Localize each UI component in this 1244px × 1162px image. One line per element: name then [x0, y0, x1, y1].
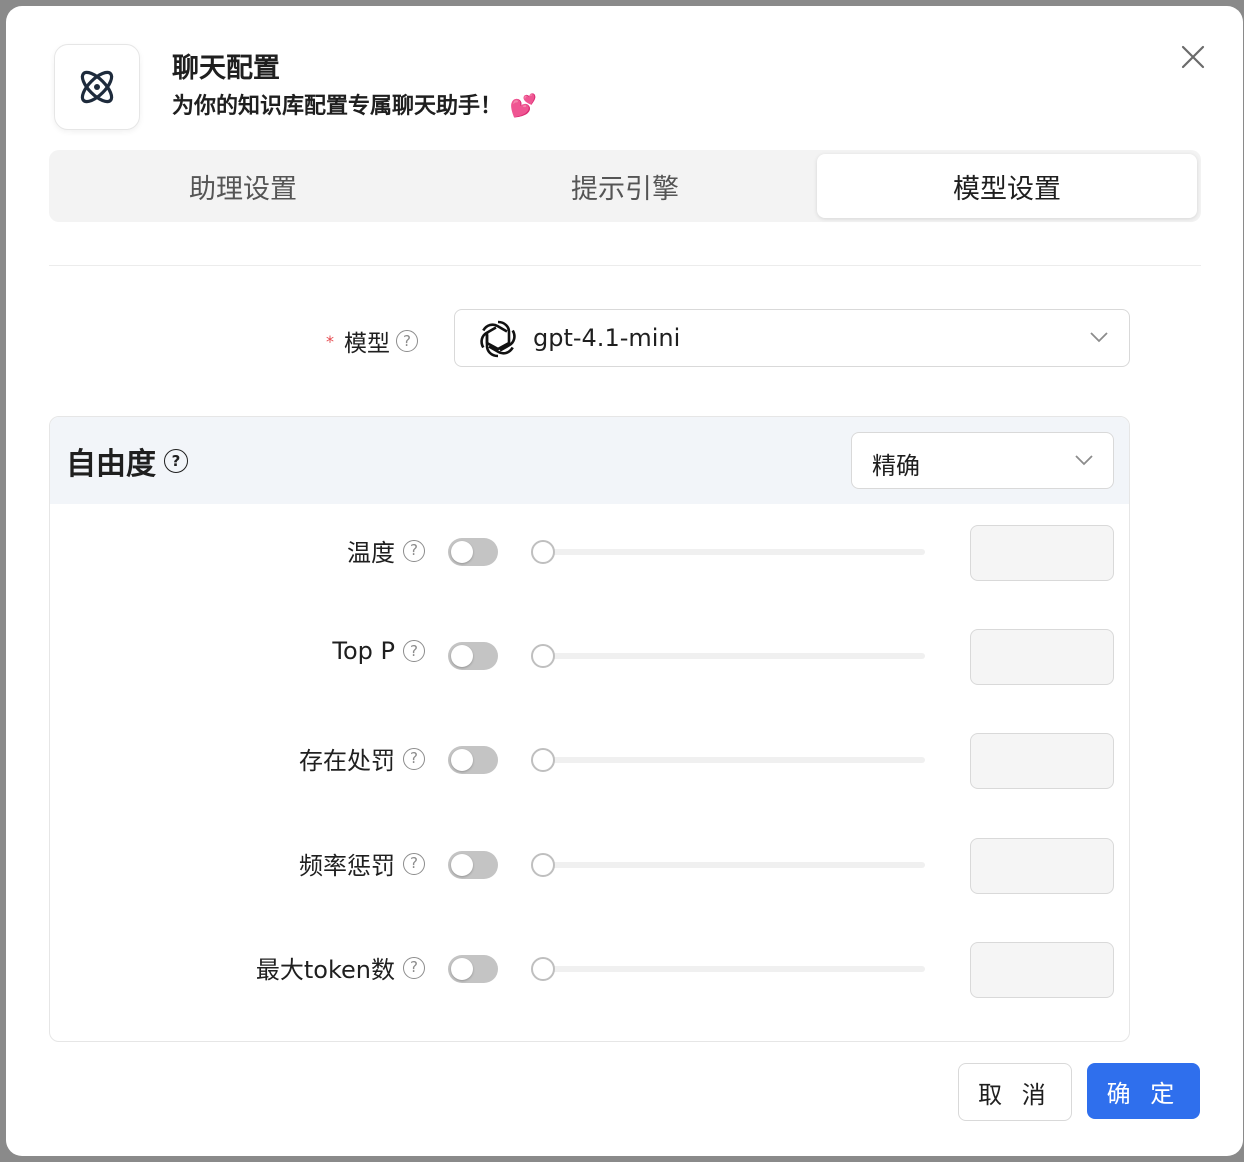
section-divider	[49, 265, 1201, 266]
toggle-knob	[451, 645, 473, 667]
model-select-value: gpt-4.1-mini	[533, 324, 681, 352]
chevron-down-icon	[1090, 332, 1108, 343]
param-label-text: 频率惩罚	[299, 852, 395, 880]
param-label-text: 存在处罚	[299, 747, 395, 775]
temperature-slider-track[interactable]	[534, 549, 925, 555]
top-p-slider-handle[interactable]	[531, 644, 555, 668]
help-icon[interactable]: ?	[164, 449, 188, 473]
top-p-input[interactable]	[970, 629, 1114, 685]
param-label-text: 温度	[347, 539, 395, 567]
max-tokens-slider-track[interactable]	[534, 966, 925, 972]
chevron-down-icon	[1075, 455, 1093, 466]
help-icon[interactable]: ?	[403, 747, 425, 770]
max-tokens-toggle[interactable]	[448, 955, 498, 983]
param-row-frequency-penalty: 频率惩罚 ?	[50, 834, 1129, 894]
presence-penalty-toggle[interactable]	[448, 746, 498, 774]
freedom-title-text: 自由度	[66, 447, 156, 482]
dialog-title: 聊天配置	[172, 53, 280, 84]
max-tokens-slider-handle[interactable]	[531, 957, 555, 981]
app-logo	[54, 44, 140, 130]
param-label: 存在处罚 ?	[299, 741, 425, 776]
openai-icon	[480, 320, 516, 358]
toggle-knob	[451, 958, 473, 980]
help-icon[interactable]: ?	[403, 956, 425, 979]
freedom-preset-select[interactable]: 精确	[851, 432, 1114, 489]
help-icon[interactable]: ?	[403, 640, 425, 662]
temperature-input[interactable]	[970, 525, 1114, 581]
top-p-toggle[interactable]	[448, 642, 498, 670]
atom-icon	[80, 70, 114, 104]
close-button[interactable]	[1178, 42, 1208, 72]
help-icon[interactable]: ?	[403, 852, 425, 875]
param-row-temperature: 温度 ?	[50, 521, 1129, 581]
tab-prompt-engine[interactable]: 提示引擎	[435, 154, 815, 218]
presence-penalty-input[interactable]	[970, 733, 1114, 789]
dialog-subtitle: 为你的知识库配置专属聊天助手！ 💕	[172, 94, 538, 119]
chat-config-dialog: 聊天配置 为你的知识库配置专属聊天助手！ 💕 助理设置 提示引擎 模型设置 * …	[6, 6, 1243, 1156]
temperature-toggle[interactable]	[448, 538, 498, 566]
preset-select-value: 精确	[872, 452, 920, 480]
temperature-slider-handle[interactable]	[531, 540, 555, 564]
param-row-presence-penalty: 存在处罚 ?	[50, 729, 1129, 789]
tab-assistant-settings[interactable]: 助理设置	[53, 154, 433, 218]
param-label-text: Top P	[332, 637, 395, 665]
param-label: 温度 ?	[347, 533, 425, 568]
model-select[interactable]: gpt-4.1-mini	[454, 309, 1130, 367]
param-row-max-tokens: 最大token数 ?	[50, 938, 1129, 998]
frequency-penalty-slider-handle[interactable]	[531, 853, 555, 877]
tab-model-settings[interactable]: 模型设置	[817, 154, 1197, 218]
max-tokens-input[interactable]	[970, 942, 1114, 998]
presence-penalty-slider-track[interactable]	[534, 757, 925, 763]
settings-tabs: 助理设置 提示引擎 模型设置	[49, 150, 1201, 222]
frequency-penalty-input[interactable]	[970, 838, 1114, 894]
freedom-header: 自由度 ? 精确	[50, 417, 1129, 504]
cancel-button[interactable]: 取 消	[958, 1063, 1072, 1121]
confirm-button[interactable]: 确 定	[1087, 1063, 1200, 1119]
model-field-label: * 模型 ?	[326, 324, 418, 358]
toggle-knob	[451, 541, 473, 563]
toggle-knob	[451, 854, 473, 876]
frequency-penalty-slider-track[interactable]	[534, 862, 925, 868]
top-p-slider-track[interactable]	[534, 653, 925, 659]
param-label-text: 最大token数	[255, 956, 395, 984]
param-label: 频率惩罚 ?	[299, 846, 425, 881]
frequency-penalty-toggle[interactable]	[448, 851, 498, 879]
param-label: 最大token数 ?	[256, 950, 425, 985]
presence-penalty-slider-handle[interactable]	[531, 748, 555, 772]
param-label: Top P ?	[332, 637, 425, 665]
toggle-knob	[451, 749, 473, 771]
required-mark: *	[326, 331, 334, 351]
model-label-text: 模型	[344, 331, 390, 357]
help-icon[interactable]: ?	[403, 539, 425, 562]
help-icon[interactable]: ?	[396, 330, 418, 352]
close-icon	[1181, 45, 1205, 69]
freedom-panel: 自由度 ? 精确 温度 ? Top P ? 存在处罚 ? 频率惩罚 ? 最大to…	[49, 416, 1130, 1042]
freedom-title: 自由度 ?	[66, 439, 188, 483]
param-row-top-p: Top P ?	[50, 625, 1129, 685]
